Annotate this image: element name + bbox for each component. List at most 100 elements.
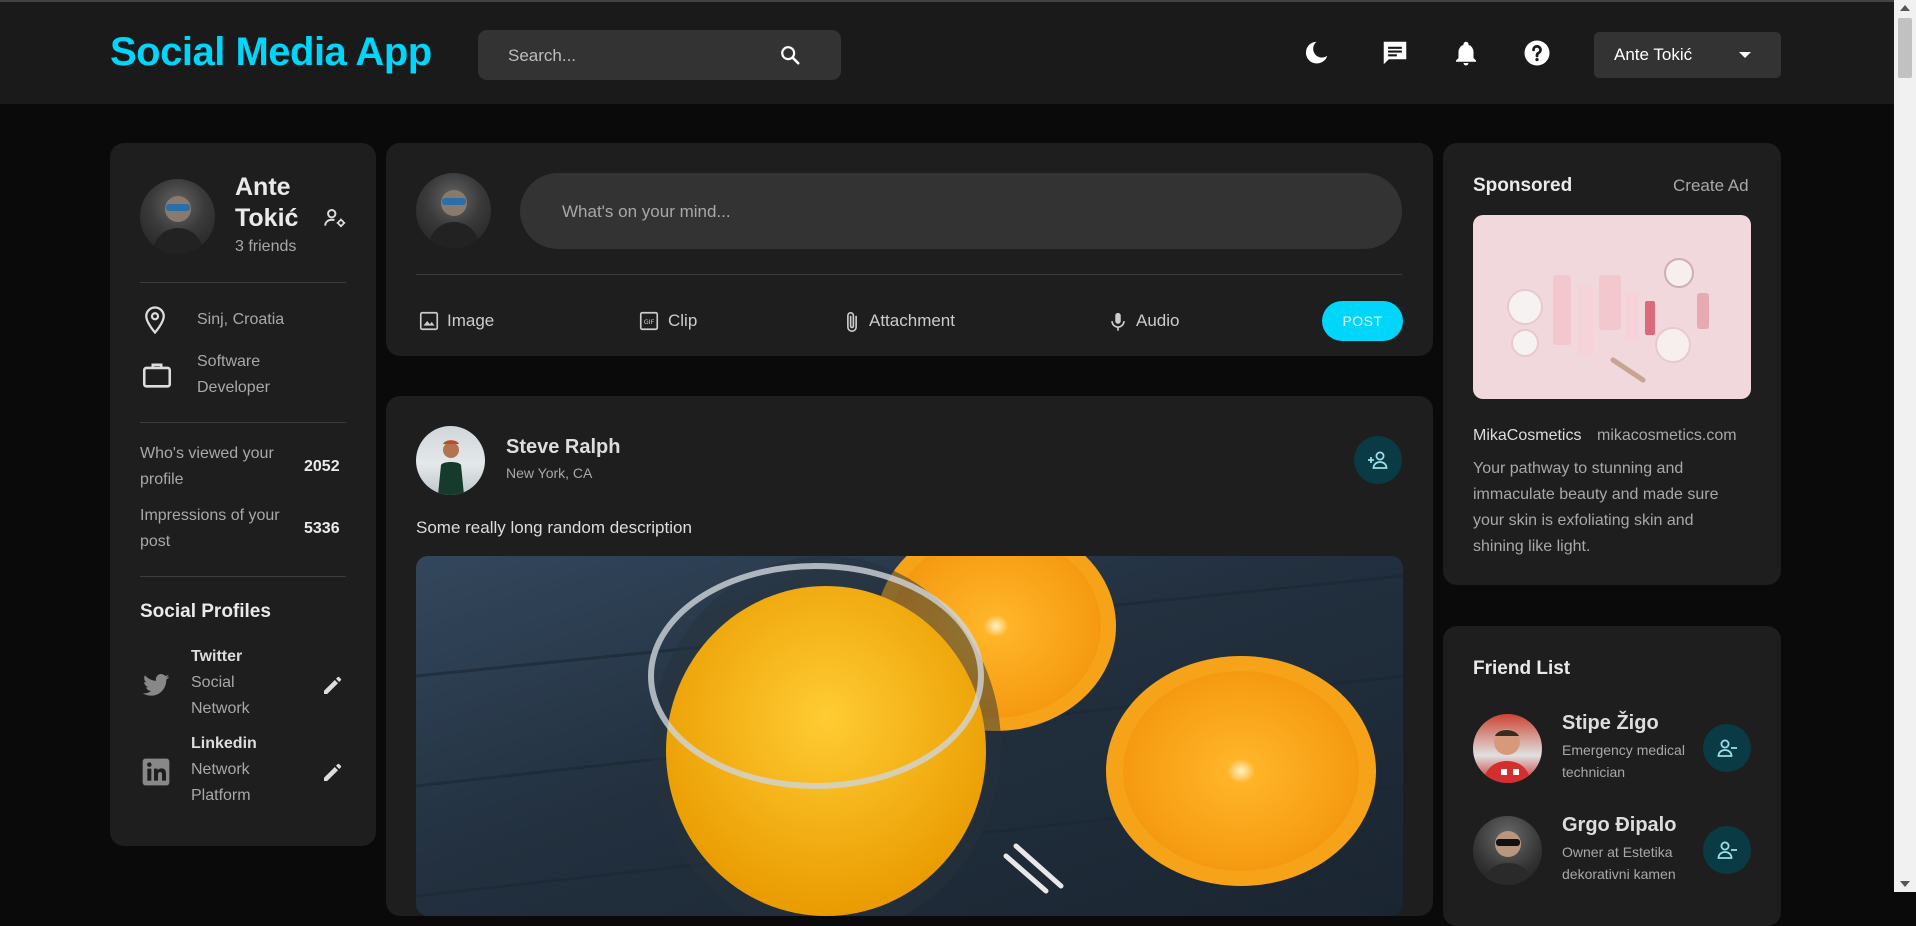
social-desc: Network: [191, 700, 250, 717]
attachment-icon: [847, 312, 857, 332]
friend-desc: Owner at Estetika: [1562, 844, 1673, 860]
social-desc: Platform: [191, 787, 251, 804]
impressions-value: 5336: [304, 520, 340, 537]
create-ad-link[interactable]: Create Ad: [1673, 176, 1749, 196]
stat-label: profile: [140, 471, 184, 488]
avatar-photo: [428, 190, 480, 248]
post-input-wrapper[interactable]: [520, 173, 1402, 251]
friend-desc: Emergency medical: [1562, 742, 1685, 758]
remove-friend-button[interactable]: [1703, 826, 1751, 874]
post-button[interactable]: POST: [1322, 301, 1403, 341]
cosmetics-photo: [1507, 258, 1709, 383]
post-author[interactable]: Steve Ralph: [506, 436, 620, 459]
clip-action[interactable]: GIF Clip: [638, 306, 718, 336]
divider: [140, 282, 346, 283]
social-desc: Network: [191, 761, 250, 778]
avatar-photo: [1483, 831, 1533, 885]
post-input[interactable]: [560, 173, 1364, 251]
search-input[interactable]: [506, 30, 780, 82]
attachment-action-label: Attachment: [869, 311, 955, 330]
message-icon[interactable]: [1380, 38, 1410, 68]
gif-icon: GIF: [639, 311, 659, 331]
linkedin-icon: [142, 758, 170, 786]
briefcase-icon: [142, 363, 172, 388]
divider: [416, 274, 1402, 275]
remove-friend-icon: [1717, 739, 1737, 757]
sponsored-card: Sponsored Create Ad MikaCosmetics mikaco…: [1443, 143, 1781, 585]
location-text: Sinj, Croatia: [197, 311, 285, 328]
search-icon[interactable]: [779, 44, 801, 66]
feed-post-card: Steve Ralph New York, CA Some really lon…: [386, 396, 1433, 916]
stat-label: Who's viewed your: [140, 445, 274, 462]
avatar-photo: [152, 196, 204, 254]
ad-brand[interactable]: MikaCosmetics: [1473, 427, 1581, 445]
dark-mode-icon[interactable]: [1301, 38, 1331, 68]
scrollbar-thumb[interactable]: [1898, 18, 1912, 78]
notification-icon[interactable]: [1451, 38, 1481, 68]
scroll-down-icon[interactable]: [1900, 881, 1910, 887]
ad-text-line: Your pathway to stunning and: [1473, 460, 1684, 477]
image-action[interactable]: Image: [416, 306, 526, 336]
navbar: Social Media App Ante Tokić: [0, 0, 1894, 104]
sponsored-title: Sponsored: [1473, 175, 1573, 196]
location-icon: [145, 306, 165, 335]
manage-account-icon[interactable]: [322, 205, 348, 231]
image-icon: [419, 311, 439, 331]
post-description: Some really long random description: [416, 518, 692, 537]
post-image[interactable]: [416, 556, 1403, 916]
profile-card: Ante Tokić 3 friends Sinj, Croatia Softw…: [110, 143, 376, 846]
remove-friend-button[interactable]: [1703, 724, 1751, 772]
twitter-icon: [142, 674, 170, 696]
social-profiles-title: Social Profiles: [140, 601, 271, 622]
friend-name[interactable]: Grgo Đipalo: [1562, 814, 1676, 837]
ad-text-line: your skin is exfoliating skin and: [1473, 512, 1694, 529]
user-dropdown-value: Ante Tokić: [1614, 45, 1693, 64]
social-name-twitter[interactable]: Twitter: [191, 648, 242, 666]
microphone-icon: [1111, 312, 1125, 331]
ad-text-line: shining like light.: [1473, 538, 1591, 555]
edit-icon[interactable]: [320, 674, 344, 698]
image-action-label: Image: [447, 311, 495, 330]
friend-desc: technician: [1562, 764, 1626, 780]
ad-text-line: immaculate beauty and made sure: [1473, 486, 1719, 503]
edit-icon[interactable]: [320, 761, 344, 785]
orange-juice-photo: [416, 556, 1403, 916]
app-logo[interactable]: Social Media App: [110, 30, 432, 75]
social-desc: Social: [191, 674, 235, 691]
divider: [140, 422, 346, 423]
audio-action-label: Audio: [1136, 311, 1180, 330]
avatar[interactable]: [416, 173, 491, 248]
avatar[interactable]: [140, 179, 215, 254]
ad-image[interactable]: [1473, 215, 1751, 399]
avatar[interactable]: [416, 426, 485, 495]
user-dropdown[interactable]: Ante Tokić: [1594, 32, 1781, 78]
friend-name[interactable]: Stipe Žigo: [1562, 712, 1659, 735]
social-name-linkedin[interactable]: Linkedin: [191, 735, 257, 753]
remove-friend-icon: [1717, 841, 1737, 859]
search-box[interactable]: [478, 30, 841, 82]
friends-count: 3 friends: [235, 238, 297, 255]
ad-url[interactable]: mikacosmetics.com: [1597, 427, 1737, 445]
scroll-up-icon[interactable]: [1900, 5, 1910, 11]
chevron-down-icon: [1739, 52, 1751, 58]
stat-label: Impressions of your: [140, 507, 280, 524]
avatar-photo: [438, 440, 464, 495]
avatar[interactable]: [1473, 714, 1542, 783]
svg-text:GIF: GIF: [644, 318, 655, 326]
profile-name-last[interactable]: Tokić: [235, 204, 298, 233]
divider: [140, 576, 346, 577]
avatar[interactable]: [1473, 816, 1542, 885]
clip-action-label: Clip: [668, 311, 698, 330]
profile-name-first[interactable]: Ante: [235, 173, 291, 202]
add-friend-button[interactable]: [1354, 436, 1402, 484]
profile-views-value: 2052: [304, 458, 340, 475]
friend-list-title: Friend List: [1473, 658, 1571, 679]
page-scrollbar[interactable]: [1894, 0, 1916, 892]
avatar-photo: [1483, 729, 1531, 783]
stat-label: post: [140, 533, 171, 550]
attachment-action[interactable]: Attachment: [841, 306, 981, 336]
audio-action[interactable]: Audio: [1107, 306, 1197, 336]
occupation-text-2: Developer: [197, 379, 270, 396]
add-friend-icon: [1368, 451, 1388, 469]
help-icon[interactable]: [1522, 38, 1552, 68]
